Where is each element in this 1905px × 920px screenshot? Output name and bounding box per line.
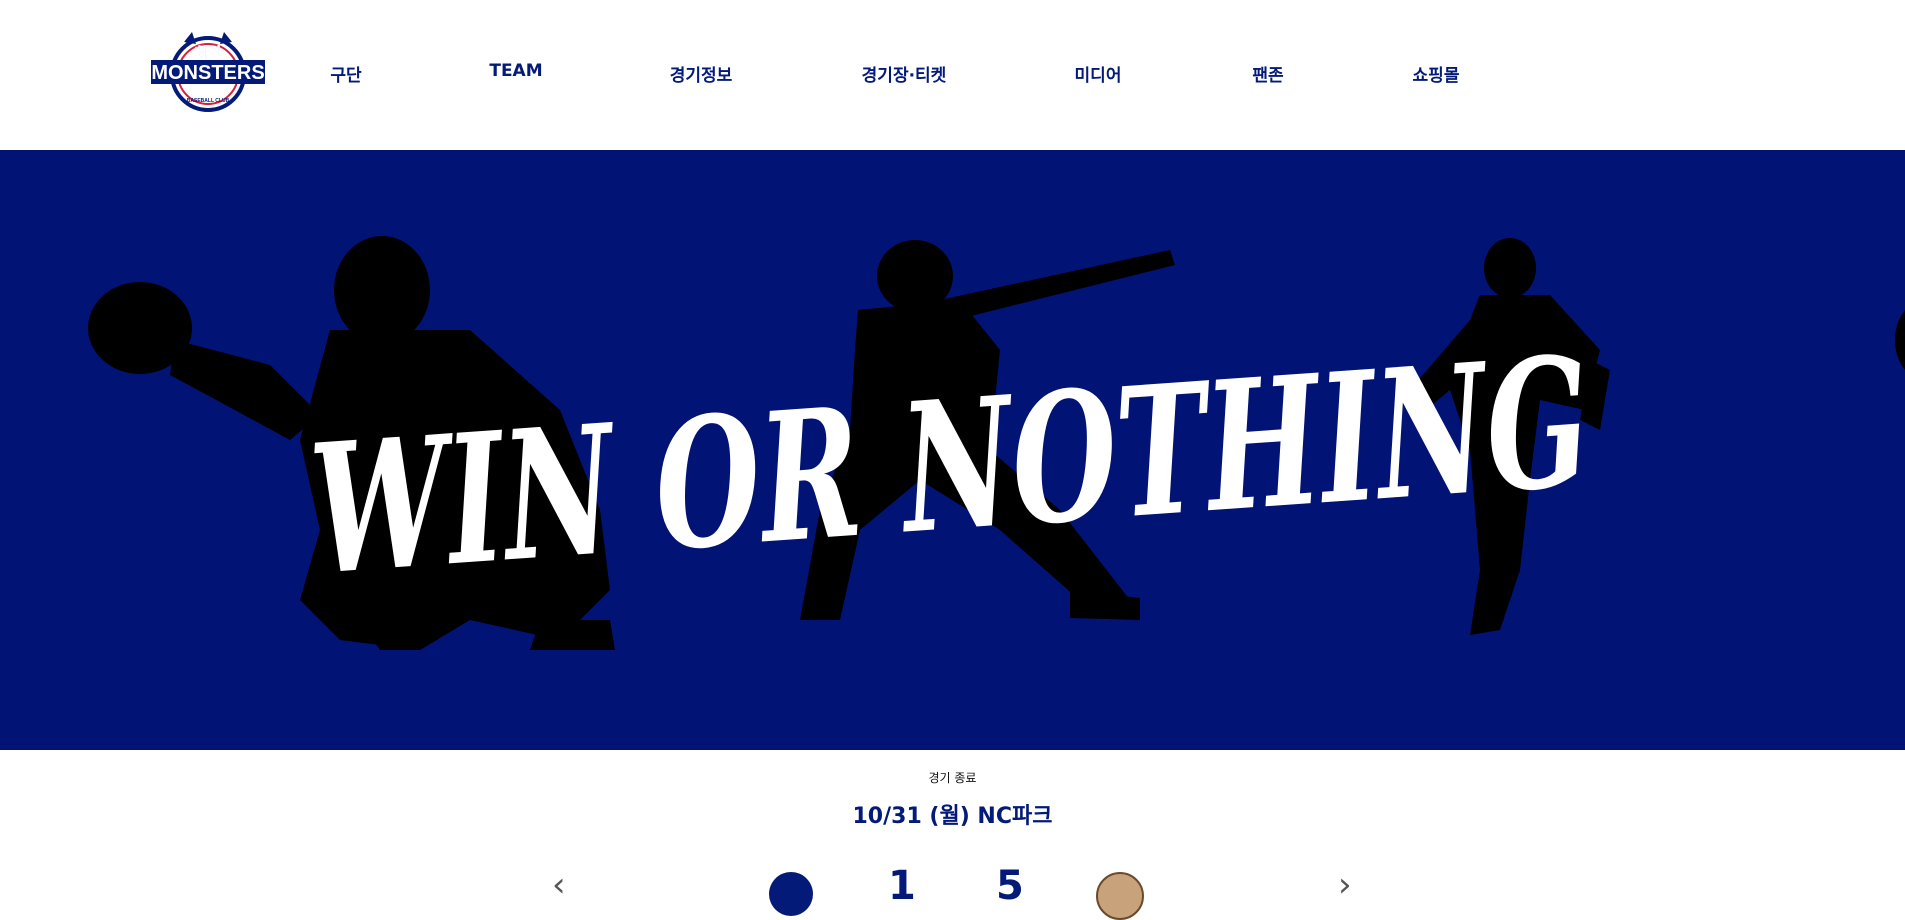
prev-game-arrow[interactable]: ‹	[552, 868, 566, 902]
partial-silhouette	[1895, 310, 1905, 370]
away-team-logo	[1096, 872, 1144, 920]
hero-banner[interactable]: WIN OR NOTHING	[0, 150, 1905, 750]
site-header: 최강 MONSTERS BASEBALL CLUB 구단 TEAM 경기정보 경…	[0, 0, 1905, 150]
logo-sub-text: BASEBALL CLUB	[187, 98, 230, 104]
nav-item-fanzone[interactable]: 팬존	[1252, 61, 1283, 86]
nav-item-game-info[interactable]: 경기정보	[670, 61, 733, 86]
game-status: 경기 종료	[928, 771, 977, 785]
game-info-panel: 경기 종료 10/31 (월) NC파크 ‹ 1 5 ›	[0, 750, 1905, 920]
home-score: 1	[888, 863, 916, 909]
nav-item-media[interactable]: 미디어	[1075, 61, 1122, 86]
next-game-arrow[interactable]: ›	[1338, 868, 1352, 902]
nav-item-stadium-ticket[interactable]: 경기장·티켓	[862, 61, 947, 86]
logo-main-text: MONSTERS	[151, 62, 264, 84]
home-team-logo	[769, 872, 813, 916]
nav-item-shopping-mall[interactable]: 쇼핑몰	[1413, 61, 1460, 86]
nav-item-team[interactable]: TEAM	[489, 61, 542, 81]
nav-item-club[interactable]: 구단	[330, 61, 361, 86]
logo-top-text: 최강	[194, 44, 222, 62]
monsters-logo[interactable]: 최강 MONSTERS BASEBALL CLUB	[150, 28, 266, 112]
game-date-venue: 10/31 (월) NC파크	[852, 804, 1053, 829]
away-score: 5	[996, 863, 1024, 909]
